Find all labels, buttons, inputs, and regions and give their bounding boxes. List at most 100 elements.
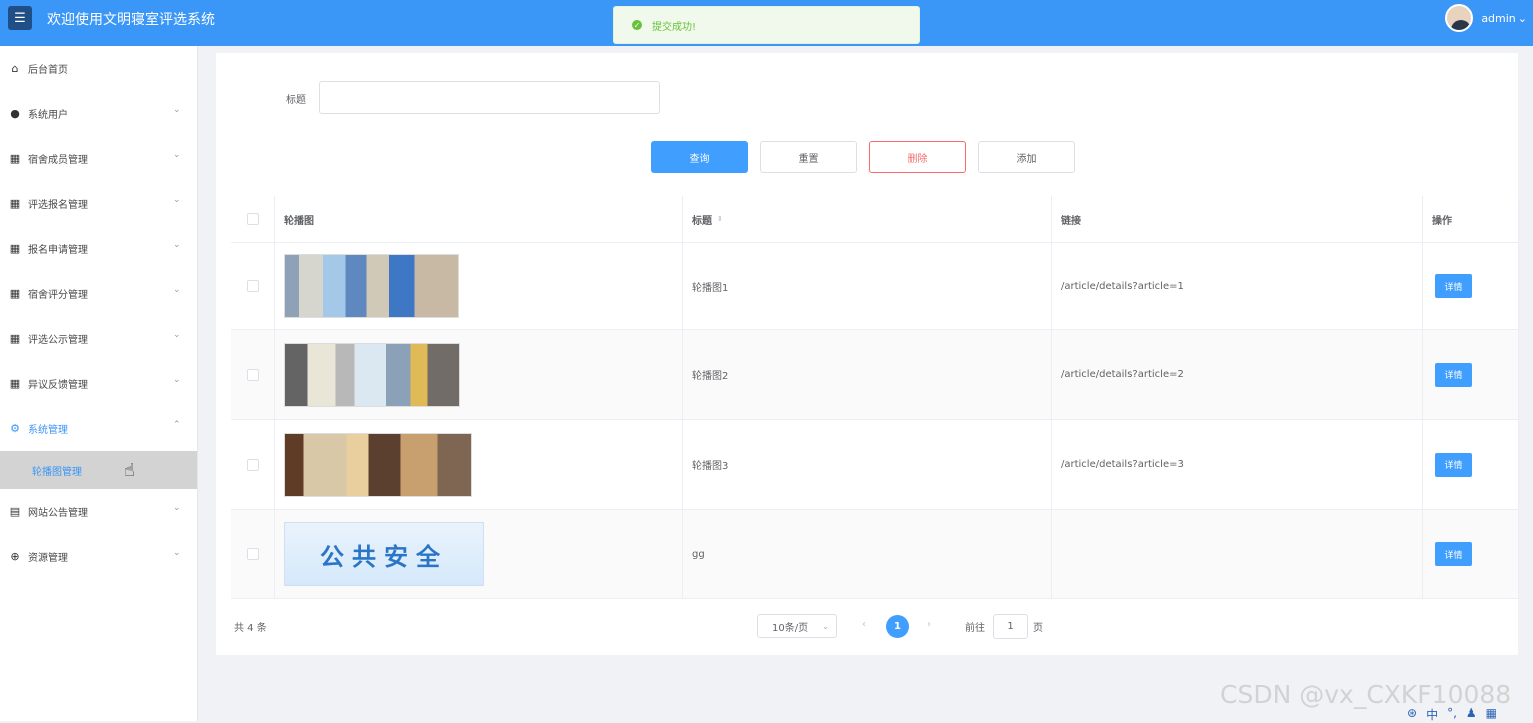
chevron-down-icon: ⌄ xyxy=(173,105,181,115)
settings-icon: ⚙ xyxy=(10,422,20,435)
chevron-down-icon: ⌄ xyxy=(173,240,181,250)
grid-icon: ▦ xyxy=(9,197,21,210)
sidebar-item-system-management[interactable]: ⚙ 系统管理 ⌃ xyxy=(0,406,197,451)
tray-icon[interactable]: 中 xyxy=(1426,706,1438,723)
sidebar-item-selection-public[interactable]: ▦ 评选公示管理 ⌄ xyxy=(0,316,197,361)
link-cell: /article/details?article=3 xyxy=(1052,420,1423,509)
menu-toggle-button[interactable]: ☰ xyxy=(8,6,32,30)
delete-button[interactable]: 删除 xyxy=(869,141,966,173)
sidebar-item-label: 资源管理 xyxy=(28,553,68,564)
sidebar-item-dorm-scoring[interactable]: ▦ 宿舍评分管理 ⌄ xyxy=(0,271,197,316)
table-header-cell[interactable]: 标题 ⇕ xyxy=(683,196,1052,242)
title-search-input[interactable] xyxy=(319,81,660,114)
sidebar-item-home[interactable]: ⌂ 后台首页 xyxy=(0,46,197,91)
page-size-select[interactable]: 10条/页 ⌄ xyxy=(757,614,837,638)
title-cell: 轮播图1 xyxy=(683,243,1052,329)
carousel-thumbnail xyxy=(284,342,460,407)
select-all-checkbox[interactable] xyxy=(246,213,259,225)
detail-button[interactable]: 详情 xyxy=(1435,542,1472,566)
image-cell xyxy=(275,330,683,419)
row-checkbox[interactable] xyxy=(246,280,259,292)
sidebar-subitem-carousel[interactable]: 轮播图管理 ☝ xyxy=(0,451,197,489)
grid-icon: ▦ xyxy=(9,152,21,165)
detail-button[interactable]: 详情 xyxy=(1435,362,1472,387)
sidebar-item-label: 评选公示管理 xyxy=(28,335,88,346)
table-header-cell: 链接 xyxy=(1052,196,1423,242)
row-checkbox[interactable] xyxy=(246,548,259,560)
sidebar-item-label: 异议反馈管理 xyxy=(28,380,88,391)
chevron-down-icon[interactable]: ⌄ xyxy=(1518,12,1527,25)
tray-icon[interactable]: °, xyxy=(1447,706,1457,723)
add-button[interactable]: 添加 xyxy=(978,141,1075,173)
chevron-down-icon: ⌄ xyxy=(173,285,181,295)
next-page-icon[interactable]: › xyxy=(927,619,931,630)
sidebar-item-objection-feedback[interactable]: ▦ 异议反馈管理 ⌄ xyxy=(0,361,197,406)
carousel-thumbnail xyxy=(284,254,459,318)
detail-button[interactable]: 详情 xyxy=(1435,274,1472,298)
image-cell xyxy=(275,420,683,509)
table-header-row: 轮播图 标题 ⇕ 链接 操作 xyxy=(231,196,1519,243)
user-icon: ● xyxy=(10,107,20,120)
query-button[interactable]: 查询 xyxy=(651,141,748,173)
sidebar-item-label: 报名申请管理 xyxy=(28,245,88,256)
row-checkbox[interactable] xyxy=(246,458,259,471)
app-title: 欢迎使用文明寝室评选系统 xyxy=(47,12,215,28)
document-icon: ▤ xyxy=(9,505,21,518)
success-toast: ✓ 提交成功! xyxy=(613,6,920,44)
action-cell: 详情 xyxy=(1423,420,1519,509)
row-select-cell xyxy=(231,243,275,329)
prev-page-icon[interactable]: ‹ xyxy=(862,619,866,630)
avatar[interactable] xyxy=(1445,4,1474,32)
select-all-cell xyxy=(231,196,275,242)
title-cell: gg xyxy=(683,510,1052,598)
sidebar-item-dorm-members[interactable]: ▦ 宿舍成员管理 ⌄ xyxy=(0,136,197,181)
tray-icon[interactable]: ⊛ xyxy=(1407,706,1417,723)
sidebar-item-label: 后台首页 xyxy=(28,65,68,76)
sidebar-item-label: 系统管理 xyxy=(28,425,68,436)
sidebar-item-resource-management[interactable]: ⊕ 资源管理 ⌄ xyxy=(0,534,197,579)
chevron-down-icon: ⌄ xyxy=(173,330,181,340)
sidebar-item-selection-signup[interactable]: ▦ 评选报名管理 ⌄ xyxy=(0,181,197,226)
action-cell: 详情 xyxy=(1423,330,1519,419)
user-name[interactable]: admin xyxy=(1481,12,1515,25)
sidebar-item-label: 宿舍成员管理 xyxy=(28,155,88,166)
user-menu[interactable]: admin ⌄ xyxy=(1445,4,1527,32)
chevron-down-icon: ⌄ xyxy=(173,195,181,205)
chevron-down-icon: ⌄ xyxy=(173,150,181,160)
toast-message: 提交成功! xyxy=(652,21,697,33)
link-cell xyxy=(1052,510,1423,598)
table-header-title: 标题 xyxy=(692,215,712,227)
tray-icon[interactable]: ▦ xyxy=(1486,706,1497,723)
grid-icon: ▦ xyxy=(9,332,21,345)
link-cell: /article/details?article=2 xyxy=(1052,330,1423,419)
row-select-cell xyxy=(231,420,275,509)
action-cell: 详情 xyxy=(1423,243,1519,329)
top-bar: ☰ 欢迎使用文明寝室评选系统 ✓ 提交成功! admin ⌄ xyxy=(0,0,1533,46)
menu-icon: ☰ xyxy=(14,10,26,26)
sidebar-item-website-notice[interactable]: ▤ 网站公告管理 ⌄ xyxy=(0,489,197,534)
goto-suffix: 页 xyxy=(1033,623,1043,634)
check-circle-icon: ✓ xyxy=(632,20,642,30)
poster-text: 公共安全 xyxy=(320,542,448,571)
row-checkbox[interactable] xyxy=(246,368,259,381)
main-content: 标题 查询 重置 删除 添加 轮播图 标题 ⇕ 链接 操作 轮播图1 /arti… xyxy=(216,53,1519,655)
sidebar-item-label: 系统用户 xyxy=(28,110,68,121)
tray-icon[interactable]: ♟ xyxy=(1466,706,1477,723)
goto-page-input[interactable]: 1 xyxy=(993,614,1028,639)
reset-button[interactable]: 重置 xyxy=(760,141,857,173)
row-select-cell xyxy=(231,510,275,598)
carousel-thumbnail: 公共安全 xyxy=(284,522,484,586)
table-header-link: 链接 xyxy=(1061,215,1081,227)
sidebar-item-system-users[interactable]: ● 系统用户 ⌄ xyxy=(0,91,197,136)
row-select-cell xyxy=(231,330,275,419)
sort-icon[interactable]: ⇕ xyxy=(717,215,723,223)
system-tray: ⊛ 中 °, ♟ ▦ xyxy=(1407,706,1497,723)
table-header-action: 操作 xyxy=(1432,215,1452,227)
table-header-cell: 操作 xyxy=(1423,196,1519,242)
detail-button[interactable]: 详情 xyxy=(1435,452,1472,477)
grid-icon: ▦ xyxy=(9,287,21,300)
current-page-button[interactable]: 1 xyxy=(886,615,909,638)
sidebar-item-application[interactable]: ▦ 报名申请管理 ⌄ xyxy=(0,226,197,271)
title-cell: 轮播图2 xyxy=(683,330,1052,419)
table-header-image: 轮播图 xyxy=(284,215,314,227)
